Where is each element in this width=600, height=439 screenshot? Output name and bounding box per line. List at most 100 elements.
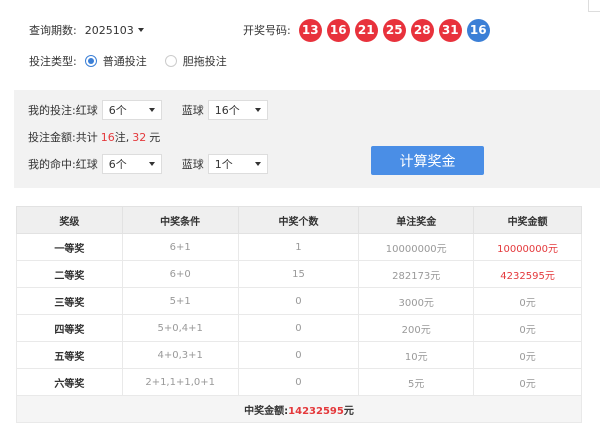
- cell-unit-prize: 200元: [358, 314, 475, 342]
- red-ball: 28: [410, 18, 434, 42]
- blue-ball: 16: [466, 18, 490, 42]
- my-hit-red-label: 红球: [75, 158, 98, 171]
- my-hit-red-value: 6个: [108, 158, 127, 171]
- cell-unit-prize: 10000000元: [358, 233, 475, 261]
- cell-total-prize: 0元: [473, 287, 582, 315]
- total-unit: 元: [343, 405, 354, 417]
- total-label: 中奖金额:: [244, 405, 289, 417]
- my-hit-row: 我的命中: 红球 6个 蓝球 1个: [28, 153, 268, 175]
- col-total-prize: 中奖金额: [473, 206, 582, 234]
- my-bet-label: 我的投注:: [28, 104, 76, 117]
- amount-prefix: 投注金额:共计: [28, 131, 98, 144]
- cell-count: 0: [237, 368, 360, 396]
- cell-level: 二等奖: [16, 260, 123, 288]
- cell-total-prize: 0元: [473, 368, 582, 396]
- amount-money: 32: [132, 130, 147, 144]
- total-cell: 中奖金额:14232595元: [16, 395, 582, 423]
- table-header-row: 奖级 中奖条件 中奖个数 单注奖金 中奖金额: [16, 206, 582, 234]
- radio-normal-bet[interactable]: 普通投注: [84, 53, 147, 69]
- period-value: 2025103: [84, 23, 134, 37]
- period-row: 查询期数: 2025103: [29, 19, 145, 41]
- radio-banker-label: 胆拖投注: [182, 55, 227, 68]
- red-ball: 13: [298, 18, 322, 42]
- cell-condition: 4+0,3+1: [121, 341, 239, 369]
- total-value: 14232595: [288, 405, 344, 417]
- my-bet-blue-select[interactable]: 16个: [207, 100, 268, 120]
- cell-total-prize: 0元: [473, 341, 582, 369]
- ball-list: 13 16 21 25 28 31 16: [298, 18, 495, 42]
- cell-condition: 5+0,4+1: [121, 314, 239, 342]
- my-bet-red-label: 红球: [75, 104, 98, 117]
- my-bet-red-select[interactable]: 6个: [101, 100, 162, 120]
- chevron-down-icon: [148, 162, 155, 166]
- cell-unit-prize: 282173元: [358, 260, 475, 288]
- my-hit-red-select[interactable]: 6个: [101, 154, 162, 174]
- table-row: 五等奖 4+0,3+1 0 10元 0元: [16, 341, 582, 369]
- table-row: 一等奖 6+1 1 10000000元 10000000元: [16, 233, 582, 261]
- cell-level: 四等奖: [16, 314, 123, 342]
- table-row: 四等奖 5+0,4+1 0 200元 0元: [16, 314, 582, 342]
- bet-type-label: 投注类型:: [29, 55, 77, 68]
- table-row: 六等奖 2+1,1+1,0+1 0 5元 0元: [16, 368, 582, 396]
- col-count: 中奖个数: [237, 206, 360, 234]
- col-condition: 中奖条件: [121, 206, 239, 234]
- draw-label: 开奖号码:: [243, 24, 291, 37]
- cell-total-prize: 4232595元: [473, 260, 582, 288]
- my-hit-label: 我的命中:: [28, 158, 76, 171]
- my-hit-blue-label: 蓝球: [181, 158, 204, 171]
- cell-condition: 6+1: [121, 233, 239, 261]
- my-bet-row: 我的投注: 红球 6个 蓝球 16个: [28, 99, 268, 121]
- cell-count: 0: [237, 341, 360, 369]
- chevron-down-icon: [254, 108, 261, 112]
- cell-condition: 5+1: [121, 287, 239, 315]
- amount-count: 16: [100, 130, 115, 144]
- radio-unchecked-icon: [164, 55, 177, 67]
- my-hit-blue-value: 1个: [214, 158, 233, 171]
- chevron-down-icon: [254, 162, 261, 166]
- amount-row: 投注金额:共计 16 注, 32 元: [28, 126, 160, 148]
- radio-normal-label: 普通投注: [102, 55, 147, 68]
- chevron-down-icon: [148, 108, 155, 112]
- cell-level: 一等奖: [16, 233, 123, 261]
- amount-money-unit: 元: [149, 131, 161, 144]
- calculate-button[interactable]: 计算奖金: [371, 146, 484, 175]
- my-bet-blue-label: 蓝球: [181, 104, 204, 117]
- table-row: 三等奖 5+1 0 3000元 0元: [16, 287, 582, 315]
- red-ball: 21: [354, 18, 378, 42]
- cell-count: 15: [237, 260, 360, 288]
- my-hit-blue-select[interactable]: 1个: [207, 154, 268, 174]
- window-corner: [588, 0, 600, 12]
- cell-total-prize: 10000000元: [473, 233, 582, 261]
- cell-unit-prize: 3000元: [358, 287, 475, 315]
- red-ball: 25: [382, 18, 406, 42]
- cell-level: 三等奖: [16, 287, 123, 315]
- cell-level: 六等奖: [16, 368, 123, 396]
- cell-count: 0: [237, 287, 360, 315]
- my-bet-red-value: 6个: [108, 104, 127, 117]
- cell-unit-prize: 10元: [358, 341, 475, 369]
- radio-banker-bet[interactable]: 胆拖投注: [164, 53, 227, 69]
- radio-checked-icon: [84, 55, 97, 67]
- chevron-down-icon: [137, 28, 144, 32]
- cell-level: 五等奖: [16, 341, 123, 369]
- draw-numbers: 开奖号码: 13 16 21 25 28 31 16: [243, 18, 495, 42]
- bet-type-row: 投注类型: 普通投注 胆拖投注: [29, 51, 237, 71]
- amount-count-unit: 注,: [114, 131, 130, 144]
- table-row: 二等奖 6+0 15 282173元 4232595元: [16, 260, 582, 288]
- bet-panel: 我的投注: 红球 6个 蓝球 16个 投注金额:共计 16 注, 32 元 我的…: [14, 90, 600, 188]
- col-unit-prize: 单注奖金: [358, 206, 475, 234]
- period-label: 查询期数:: [29, 24, 77, 37]
- red-ball: 16: [326, 18, 350, 42]
- period-select[interactable]: 2025103: [83, 19, 145, 41]
- cell-condition: 6+0: [121, 260, 239, 288]
- total-row: 中奖金额:14232595元: [16, 395, 582, 423]
- my-bet-blue-value: 16个: [214, 104, 240, 117]
- col-level: 奖级: [16, 206, 123, 234]
- cell-count: 0: [237, 314, 360, 342]
- cell-unit-prize: 5元: [358, 368, 475, 396]
- cell-count: 1: [237, 233, 360, 261]
- cell-condition: 2+1,1+1,0+1: [121, 368, 239, 396]
- cell-total-prize: 0元: [473, 314, 582, 342]
- red-ball: 31: [438, 18, 462, 42]
- prize-table: 奖级 中奖条件 中奖个数 单注奖金 中奖金额 一等奖 6+1 1 10000000元 1…: [16, 206, 582, 423]
